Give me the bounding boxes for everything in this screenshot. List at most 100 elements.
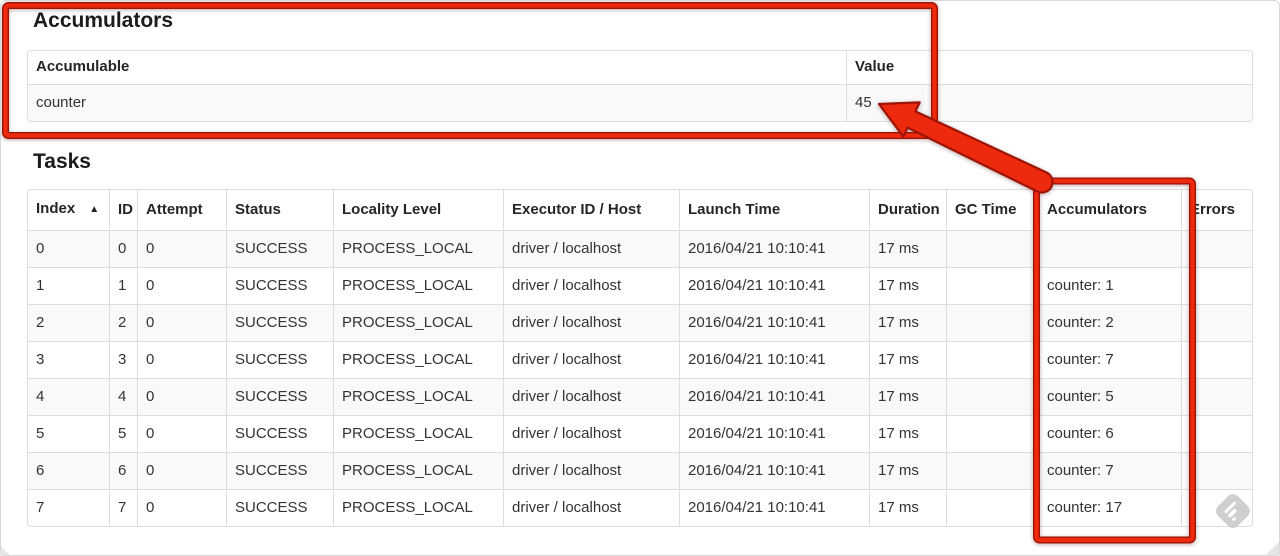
task-row-cell-id: 1 — [109, 267, 137, 304]
column-header-attempt[interactable]: Attempt — [137, 190, 226, 230]
task-row-cell-errors — [1181, 304, 1252, 341]
task-row-cell-attempt: 0 — [137, 452, 226, 489]
task-row-cell-locality-level: PROCESS_LOCAL — [333, 230, 503, 267]
task-row-cell-duration: 17 ms — [869, 415, 946, 452]
task-row-cell-attempt: 0 — [137, 230, 226, 267]
task-row-cell-executor-id-host: driver / localhost — [503, 489, 679, 526]
task-row: 2 2 0 SUCCESS PROCESS_LOCAL driver / localhos… — [28, 304, 1252, 341]
task-row-cell-executor-id-host: driver / localhost — [503, 378, 679, 415]
task-row-cell-launch-time: 2016/04/21 10:10:41 — [679, 489, 869, 526]
task-row-cell-accumulators: counter: 7 — [1038, 452, 1181, 489]
task-row-cell-status: SUCCESS — [226, 452, 333, 489]
task-row-cell-id: 5 — [109, 415, 137, 452]
task-row-cell-status: SUCCESS — [226, 415, 333, 452]
task-row-cell-errors — [1181, 452, 1252, 489]
task-row-cell-index: 7 — [28, 489, 109, 526]
task-row-cell-launch-time: 2016/04/21 10:10:41 — [679, 341, 869, 378]
task-row-cell-launch-time: 2016/04/21 10:10:41 — [679, 415, 869, 452]
task-row-cell-index: 0 — [28, 230, 109, 267]
task-row-cell-gc-time — [946, 378, 1038, 415]
watermark-stripe — [1231, 516, 1237, 522]
sort-ascending-icon: ▲ — [89, 204, 100, 215]
accumulators-section-title: Accumulators — [33, 9, 174, 32]
task-row-cell-gc-time — [946, 304, 1038, 341]
task-row-cell-locality-level: PROCESS_LOCAL — [333, 267, 503, 304]
task-row-cell-id: 4 — [109, 378, 137, 415]
task-row: 7 7 0 SUCCESS PROCESS_LOCAL driver / localhos… — [28, 489, 1252, 526]
task-row-cell-duration: 17 ms — [869, 452, 946, 489]
task-row-cell-executor-id-host: driver / localhost — [503, 304, 679, 341]
column-header-id[interactable]: ID — [109, 190, 137, 230]
column-header-status[interactable]: Status — [226, 190, 333, 230]
task-row-cell-attempt: 0 — [137, 378, 226, 415]
task-row-cell-locality-level: PROCESS_LOCAL — [333, 341, 503, 378]
task-row: 0 0 0 SUCCESS PROCESS_LOCAL driver / localhos… — [28, 230, 1252, 267]
accumulators-table-body: counter 45 — [28, 84, 1252, 121]
column-header-gc-time[interactable]: GC Time — [946, 190, 1038, 230]
task-row-cell-executor-id-host: driver / localhost — [503, 341, 679, 378]
task-row-cell-gc-time — [946, 230, 1038, 267]
task-row-cell-accumulators: counter: 2 — [1038, 304, 1181, 341]
task-row-cell-index: 5 — [28, 415, 109, 452]
accumulators-table-header: Accumulable Value — [28, 51, 1252, 84]
task-row-cell-executor-id-host: driver / localhost — [503, 267, 679, 304]
task-row-cell-gc-time — [946, 341, 1038, 378]
task-row-cell-executor-id-host: driver / localhost — [503, 452, 679, 489]
task-row-cell-id: 0 — [109, 230, 137, 267]
task-row: 3 3 0 SUCCESS PROCESS_LOCAL driver / localhos… — [28, 341, 1252, 378]
task-row-cell-index: 6 — [28, 452, 109, 489]
task-row: 4 4 0 SUCCESS PROCESS_LOCAL driver / localhos… — [28, 378, 1252, 415]
tasks-table-body: 0 0 0 SUCCESS PROCESS_LOCAL driver / localhos… — [28, 230, 1252, 526]
task-row-cell-attempt: 0 — [137, 415, 226, 452]
task-row-cell-attempt: 0 — [137, 489, 226, 526]
page-corner-mark-left — [0, 545, 11, 556]
column-header-executor-id-host[interactable]: Executor ID / Host — [503, 190, 679, 230]
task-row-cell-duration: 17 ms — [869, 230, 946, 267]
task-row-cell-errors — [1181, 415, 1252, 452]
spark-stage-details-page: { "accumulators_section": { "title": "Ac… — [0, 0, 1280, 556]
column-header-index[interactable]: Index ▲ — [28, 190, 109, 230]
task-row-cell-duration: 17 ms — [869, 267, 946, 304]
task-row-cell-id: 2 — [109, 304, 137, 341]
task-row-cell-launch-time: 2016/04/21 10:10:41 — [679, 452, 869, 489]
task-row: 6 6 0 SUCCESS PROCESS_LOCAL driver / localhos… — [28, 452, 1252, 489]
column-header-index-label: Index — [36, 200, 76, 217]
accumulators-table: Accumulable Value counter 45 — [27, 50, 1253, 122]
column-header-launch-time[interactable]: Launch Time — [679, 190, 869, 230]
task-row-cell-status: SUCCESS — [226, 489, 333, 526]
task-row-cell-status: SUCCESS — [226, 230, 333, 267]
accumulable-row-cell-accumulable: counter — [28, 84, 846, 121]
task-row-cell-index: 2 — [28, 304, 109, 341]
accumulable-row: counter 45 — [28, 84, 1252, 121]
task-row-cell-locality-level: PROCESS_LOCAL — [333, 378, 503, 415]
task-row-cell-status: SUCCESS — [226, 304, 333, 341]
task-row-cell-locality-level: PROCESS_LOCAL — [333, 304, 503, 341]
value-column-header: Value — [846, 51, 1252, 84]
task-row-cell-status: SUCCESS — [226, 378, 333, 415]
task-row-cell-accumulators: counter: 5 — [1038, 378, 1181, 415]
column-header-duration[interactable]: Duration — [869, 190, 946, 230]
task-row-cell-duration: 17 ms — [869, 304, 946, 341]
task-row-cell-launch-time: 2016/04/21 10:10:41 — [679, 378, 869, 415]
task-row-cell-attempt: 0 — [137, 341, 226, 378]
task-row-cell-accumulators: counter: 1 — [1038, 267, 1181, 304]
task-row-cell-launch-time: 2016/04/21 10:10:41 — [679, 304, 869, 341]
accumulable-row-cell-value: 45 — [846, 84, 1252, 121]
tasks-table-header: Index ▲ ID Attempt Status Locality Level … — [28, 190, 1252, 230]
task-row: 1 1 0 SUCCESS PROCESS_LOCAL driver / localhos… — [28, 267, 1252, 304]
task-row-cell-errors — [1181, 378, 1252, 415]
task-row-cell-locality-level: PROCESS_LOCAL — [333, 489, 503, 526]
task-row-cell-id: 6 — [109, 452, 137, 489]
task-row-cell-duration: 17 ms — [869, 341, 946, 378]
task-row-cell-duration: 17 ms — [869, 378, 946, 415]
column-header-locality-level[interactable]: Locality Level — [333, 190, 503, 230]
column-header-accumulators[interactable]: Accumulators — [1038, 190, 1181, 230]
task-row-cell-gc-time — [946, 452, 1038, 489]
task-row-cell-errors — [1181, 230, 1252, 267]
task-row-cell-index: 3 — [28, 341, 109, 378]
column-header-errors[interactable]: Errors — [1181, 190, 1252, 230]
task-row: 5 5 0 SUCCESS PROCESS_LOCAL driver / localhos… — [28, 415, 1252, 452]
task-row-cell-accumulators — [1038, 230, 1181, 267]
task-row-cell-status: SUCCESS — [226, 267, 333, 304]
task-row-cell-errors — [1181, 267, 1252, 304]
